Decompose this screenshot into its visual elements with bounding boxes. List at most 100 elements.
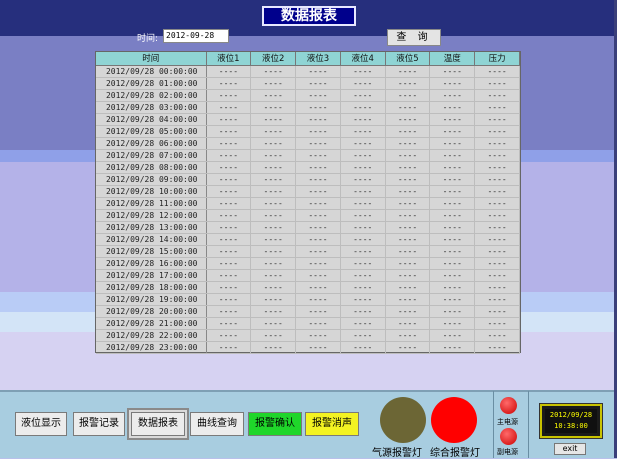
table-row: 2012/09/28 16:00:00 ---- ---- ---- ---- ---- -… bbox=[96, 257, 520, 270]
value-cell: ---- bbox=[385, 281, 431, 294]
value-cell: ---- bbox=[429, 101, 476, 114]
alarm-records-button[interactable]: 报警记录 bbox=[73, 412, 125, 436]
table-row: 2012/09/28 05:00:00 ---- ---- ---- ---- ---- -… bbox=[96, 125, 520, 138]
table-row: 2012/09/28 04:00:00 ---- ---- ---- ---- ---- -… bbox=[96, 113, 520, 126]
value-cell: ---- bbox=[340, 317, 386, 330]
value-cell: ---- bbox=[250, 305, 297, 318]
value-cell: ---- bbox=[474, 305, 520, 318]
value-cell: ---- bbox=[206, 77, 252, 90]
date-input[interactable]: 2012-09-28 bbox=[163, 29, 229, 43]
time-cell: 2012/09/28 19:00:00 bbox=[96, 293, 207, 306]
value-cell: ---- bbox=[340, 113, 386, 126]
table-row: 2012/09/28 03:00:00 ---- ---- ---- ---- ---- -… bbox=[96, 101, 520, 114]
value-cell: ---- bbox=[429, 77, 476, 90]
table-row: 2012/09/28 18:00:00 ---- ---- ---- ---- ---- -… bbox=[96, 281, 520, 294]
value-cell: ---- bbox=[385, 65, 431, 78]
value-cell: ---- bbox=[295, 149, 341, 162]
time-cell: 2012/09/28 09:00:00 bbox=[96, 173, 207, 186]
data-report-button[interactable]: 数据报表 bbox=[131, 412, 185, 436]
time-cell: 2012/09/28 04:00:00 bbox=[96, 113, 207, 126]
value-cell: ---- bbox=[474, 113, 520, 126]
time-cell: 2012/09/28 15:00:00 bbox=[96, 245, 207, 258]
value-cell: ---- bbox=[250, 281, 297, 294]
value-cell: ---- bbox=[295, 113, 341, 126]
value-cell: ---- bbox=[340, 197, 386, 210]
value-cell: ---- bbox=[474, 269, 520, 282]
value-cell: ---- bbox=[385, 89, 431, 102]
column-header: 时间 bbox=[96, 52, 207, 66]
value-cell: ---- bbox=[340, 221, 386, 234]
value-cell: ---- bbox=[295, 125, 341, 138]
value-cell: ---- bbox=[206, 173, 252, 186]
value-cell: ---- bbox=[295, 161, 341, 174]
value-cell: ---- bbox=[340, 185, 386, 198]
time-cell: 2012/09/28 03:00:00 bbox=[96, 101, 207, 114]
value-cell: ---- bbox=[206, 125, 252, 138]
gas-alarm-lamp-icon bbox=[380, 397, 426, 443]
alarm-ack-button[interactable]: 报警确认 bbox=[248, 412, 302, 436]
value-cell: ---- bbox=[295, 269, 341, 282]
table-row: 2012/09/28 06:00:00 ---- ---- ---- ---- ---- -… bbox=[96, 137, 520, 150]
value-cell: ---- bbox=[250, 221, 297, 234]
value-cell: ---- bbox=[206, 197, 252, 210]
value-cell: ---- bbox=[295, 77, 341, 90]
value-cell: ---- bbox=[474, 89, 520, 102]
clock-time: 10:38:00 bbox=[554, 422, 588, 430]
value-cell: ---- bbox=[474, 245, 520, 258]
value-cell: ---- bbox=[474, 161, 520, 174]
value-cell: ---- bbox=[385, 329, 431, 342]
value-cell: ---- bbox=[250, 197, 297, 210]
time-cell: 2012/09/28 05:00:00 bbox=[96, 125, 207, 138]
value-cell: ---- bbox=[295, 293, 341, 306]
time-cell: 2012/09/28 21:00:00 bbox=[96, 317, 207, 330]
value-cell: ---- bbox=[206, 65, 252, 78]
value-cell: ---- bbox=[295, 137, 341, 150]
column-header: 液位5 bbox=[385, 52, 431, 66]
value-cell: ---- bbox=[429, 197, 476, 210]
value-cell: ---- bbox=[429, 317, 476, 330]
value-cell: ---- bbox=[295, 173, 341, 186]
value-cell: ---- bbox=[250, 233, 297, 246]
value-cell: ---- bbox=[340, 257, 386, 270]
value-cell: ---- bbox=[340, 341, 386, 354]
main-power-label: 主电源 bbox=[497, 418, 518, 426]
value-cell: ---- bbox=[340, 245, 386, 258]
time-cell: 2012/09/28 06:00:00 bbox=[96, 137, 207, 150]
value-cell: ---- bbox=[206, 89, 252, 102]
value-cell: ---- bbox=[295, 65, 341, 78]
alarm-silence-button[interactable]: 报警消声 bbox=[305, 412, 359, 436]
query-button[interactable]: 查 询 bbox=[387, 29, 441, 46]
time-cell: 2012/09/28 08:00:00 bbox=[96, 161, 207, 174]
value-cell: ---- bbox=[250, 317, 297, 330]
value-cell: ---- bbox=[340, 173, 386, 186]
value-cell: ---- bbox=[206, 329, 252, 342]
time-cell: 2012/09/28 00:00:00 bbox=[96, 65, 207, 78]
level-display-button[interactable]: 液位显示 bbox=[15, 412, 67, 436]
value-cell: ---- bbox=[206, 101, 252, 114]
table-row: 2012/09/28 01:00:00 ---- ---- ---- ---- ---- -… bbox=[96, 77, 520, 90]
value-cell: ---- bbox=[250, 137, 297, 150]
exit-button[interactable]: exit bbox=[554, 443, 586, 455]
value-cell: ---- bbox=[474, 221, 520, 234]
value-cell: ---- bbox=[385, 293, 431, 306]
gas-alarm-label: 气源报警灯 bbox=[372, 448, 422, 459]
table-row: 2012/09/28 09:00:00 ---- ---- ---- ---- ---- -… bbox=[96, 173, 520, 186]
time-cell: 2012/09/28 23:00:00 bbox=[96, 341, 207, 354]
time-cell: 2012/09/28 18:00:00 bbox=[96, 281, 207, 294]
value-cell: ---- bbox=[474, 185, 520, 198]
curve-query-button[interactable]: 曲线查询 bbox=[190, 412, 244, 436]
value-cell: ---- bbox=[340, 77, 386, 90]
value-cell: ---- bbox=[340, 269, 386, 282]
value-cell: ---- bbox=[250, 125, 297, 138]
value-cell: ---- bbox=[206, 161, 252, 174]
value-cell: ---- bbox=[295, 185, 341, 198]
value-cell: ---- bbox=[250, 257, 297, 270]
value-cell: ---- bbox=[295, 317, 341, 330]
value-cell: ---- bbox=[250, 329, 297, 342]
general-alarm-label: 综合报警灯 bbox=[430, 448, 480, 459]
value-cell: ---- bbox=[385, 173, 431, 186]
value-cell: ---- bbox=[385, 185, 431, 198]
value-cell: ---- bbox=[250, 149, 297, 162]
value-cell: ---- bbox=[474, 149, 520, 162]
value-cell: ---- bbox=[385, 125, 431, 138]
